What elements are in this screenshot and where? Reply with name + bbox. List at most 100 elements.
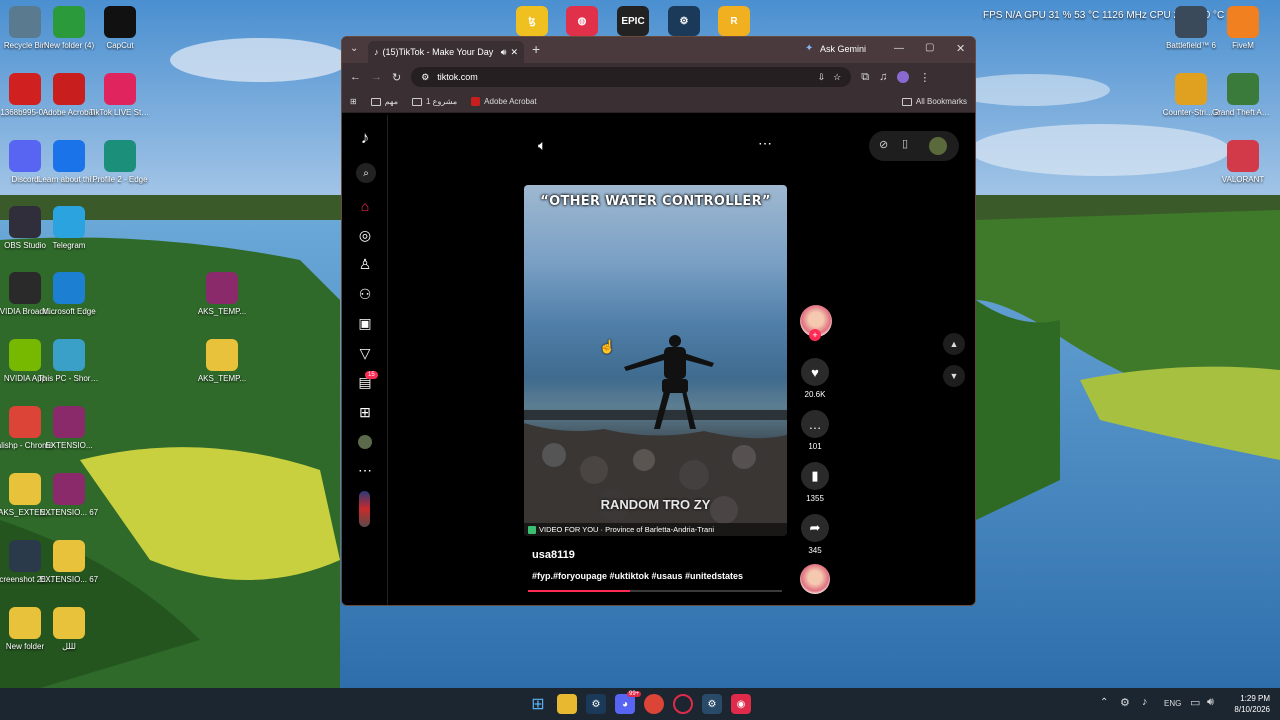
username[interactable]: usa8119	[532, 549, 575, 561]
clock[interactable]: 1:29 PM 8/10/2026	[1228, 693, 1270, 715]
home-icon[interactable]: ⌂	[356, 197, 374, 215]
desktop-shortcut[interactable]: Grand Theft Auto V Le...	[1212, 73, 1274, 118]
desktop-shortcut[interactable]: Profile 2 - Edge	[89, 140, 151, 185]
compass-icon[interactable]: ⊘	[879, 138, 888, 151]
desktop-shortcut[interactable]: This PC - Shortcut	[38, 339, 100, 384]
forward-icon[interactable]: →	[371, 71, 382, 83]
volume-tray-icon[interactable]: 🔊︎	[1207, 696, 1214, 709]
nvidia-icon	[9, 339, 41, 371]
ask-gemini-button[interactable]: Ask Gemini	[820, 44, 866, 54]
like-button[interactable]: ♥ 20.6K	[800, 358, 830, 399]
apps-grid-icon[interactable]: ⊞	[350, 97, 357, 106]
desktop-shortcut-label: FiveM	[1232, 41, 1254, 50]
next-video-button[interactable]: ▼	[943, 365, 965, 387]
clock-time: 1:29 PM	[1240, 694, 1270, 703]
desktop-shortcut[interactable]: Telegram	[38, 206, 100, 251]
rockstar-icon[interactable]: R	[718, 6, 750, 36]
desktop-shortcut[interactable]: AKS_TEMP...	[191, 272, 253, 317]
menu-icon[interactable]: ⋮	[919, 71, 930, 84]
desktop-shortcut[interactable]: EXTENSIO... 67	[38, 540, 100, 585]
desktop-shortcut[interactable]: TikTok LIVE Studio	[89, 73, 151, 118]
video-player[interactable]: “OTHER WATER CONTROLLER” RANDOM TRO ZY V…	[524, 185, 787, 536]
hashtags[interactable]: #fyp.#foryoupage #uktiktok #usaus #unite…	[532, 571, 743, 581]
bookmark-acrobat[interactable]: Adobe Acrobat	[471, 97, 537, 106]
media-control-icon[interactable]: ♫	[879, 71, 887, 83]
tray-overflow-icon[interactable]: ⌃	[1100, 697, 1108, 708]
comment-button[interactable]: … 101	[800, 410, 830, 451]
bookmark-star-icon[interactable]: ☆	[833, 72, 841, 83]
bookmark-folder-1[interactable]: مهم	[370, 97, 398, 106]
file-explorer-icon[interactable]	[557, 694, 577, 714]
user-avatar[interactable]	[929, 137, 947, 155]
search-icon[interactable]: ⌕	[356, 163, 376, 183]
language-indicator[interactable]: ENG	[1164, 699, 1181, 708]
extensions-icon[interactable]: ⧉	[861, 71, 869, 84]
profile-icon[interactable]	[356, 433, 374, 451]
location-bar[interactable]: VIDEO FOR YOU · Province of Barletta-And…	[524, 523, 787, 536]
close-tab-icon[interactable]: ✕	[510, 47, 518, 58]
save-button[interactable]: ▮ 1355	[800, 462, 830, 503]
tezos-icon[interactable]: ꜩ	[516, 6, 548, 36]
progress-track[interactable]	[528, 590, 782, 592]
following-icon[interactable]: ♙	[356, 255, 374, 273]
steam-tray-icon[interactable]: ⚙	[1120, 696, 1130, 709]
tiktok-page: ♪ ⌕ ⌂ ◎ ♙ ⚇ ▣ ▽ ▤ 15 ⊞ ⋯ 🔈︎ ⋯ ⊘ ▯ “OTHER…	[342, 115, 975, 605]
desktop-shortcut[interactable]: FiveM	[1212, 6, 1274, 51]
follow-plus-icon[interactable]: +	[809, 329, 821, 341]
bookmark-folder-2[interactable]: مشروع 1	[412, 97, 457, 106]
install-app-icon[interactable]: ⇩	[818, 72, 826, 83]
share-button[interactable]: ➦ 345	[800, 514, 830, 555]
messages-icon[interactable]: ▽	[356, 344, 374, 362]
desktop-shortcut[interactable]: EXTENSIO...	[38, 406, 100, 451]
valorant-icon	[1227, 140, 1259, 172]
faceit-icon[interactable]: ◍	[566, 6, 598, 36]
steam-helper-taskbar-icon[interactable]: ⚙	[702, 694, 722, 714]
epic-games-icon[interactable]: EPIC	[617, 6, 649, 36]
desktop-shortcut[interactable]: لللل	[38, 607, 100, 652]
close-window-button[interactable]: ✕	[956, 42, 965, 55]
more-icon[interactable]: ⋯	[356, 461, 374, 479]
volume-icon[interactable]: 🔈︎	[538, 137, 546, 154]
tab-search-icon[interactable]: ⌄	[350, 43, 358, 54]
heart-icon: ♥	[801, 358, 829, 386]
faceit-taskbar-icon[interactable]	[673, 694, 693, 714]
desktop-shortcut[interactable]: CapCut	[89, 6, 151, 51]
steam-icon[interactable]: ⚙	[668, 6, 700, 36]
network-icon[interactable]: ▭	[1190, 696, 1200, 709]
profile-avatar[interactable]	[897, 71, 910, 83]
music-disc-button[interactable]	[800, 564, 830, 594]
device-icon[interactable]: ▯	[902, 137, 908, 150]
chrome-taskbar-icon[interactable]	[644, 694, 664, 714]
all-bookmarks-button[interactable]: All Bookmarks	[901, 97, 967, 106]
desktop-shortcut[interactable]: AKS_TEMP...	[191, 339, 253, 384]
fivem-icon	[1227, 6, 1259, 38]
new-tab-button[interactable]: +	[532, 41, 540, 57]
reload-icon[interactable]: ↻	[392, 71, 401, 84]
back-icon[interactable]: ←	[350, 71, 361, 83]
desktop-shortcut[interactable]: EXTENSIO... 67	[38, 473, 100, 518]
tiktok-logo-icon[interactable]: ♪	[356, 128, 374, 147]
previous-video-button[interactable]: ▲	[943, 333, 965, 355]
speaker-icon[interactable]: 🔊︎	[501, 47, 507, 58]
video-options-icon[interactable]: ⋯	[758, 135, 772, 152]
start-icon[interactable]: ⊞	[528, 694, 548, 714]
upload-icon[interactable]: ⊞	[356, 403, 374, 421]
faceit-ac-taskbar-icon[interactable]: ◉	[731, 694, 751, 714]
address-bar[interactable]: ⚙ tiktok.com ⇩ ☆	[411, 67, 852, 87]
steam-taskbar-icon[interactable]: ⚙	[586, 694, 606, 714]
friends-icon[interactable]: ⚇	[356, 285, 374, 303]
live-icon[interactable]: ▣	[356, 314, 374, 332]
site-info-icon[interactable]: ⚙	[421, 72, 429, 83]
mic-tray-icon[interactable]: ♪	[1142, 696, 1148, 708]
battlefield-icon	[1175, 6, 1207, 38]
minimize-button[interactable]: —	[894, 43, 904, 54]
title-bar[interactable]: ⌄ ♪ (15)TikTok - Make Your Day 🔊︎ ✕ + ✦ …	[342, 37, 975, 63]
discord-taskbar-icon[interactable]: ◕	[615, 694, 635, 714]
desktop-shortcut[interactable]: Microsoft Edge	[38, 272, 100, 317]
tab-tiktok[interactable]: ♪ (15)TikTok - Make Your Day 🔊︎ ✕	[368, 41, 524, 63]
creator-avatar-button[interactable]: +	[800, 305, 832, 341]
desktop-shortcut[interactable]: VALORANT	[1212, 140, 1274, 185]
maximize-button[interactable]: ▢	[925, 42, 934, 53]
desktop-shortcut-label: CapCut	[106, 41, 134, 50]
explore-icon[interactable]: ◎	[356, 226, 374, 244]
